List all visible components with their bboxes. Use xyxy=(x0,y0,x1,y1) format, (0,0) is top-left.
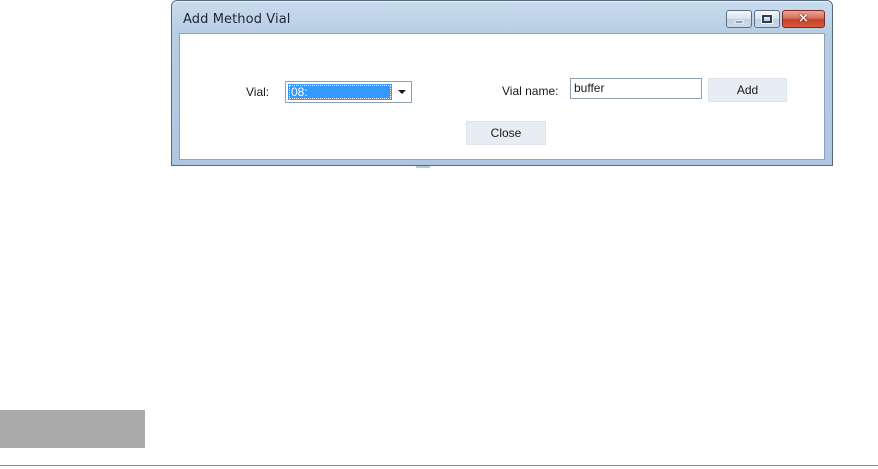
close-window-button[interactable]: ✕ xyxy=(782,10,825,28)
maximize-icon xyxy=(762,15,772,23)
vial-label: Vial: xyxy=(246,85,270,99)
minimize-button[interactable] xyxy=(726,10,752,28)
window-controls: ✕ xyxy=(726,10,825,28)
close-button[interactable]: Close xyxy=(466,121,546,145)
close-icon: ✕ xyxy=(798,11,809,27)
title-bar[interactable]: Add Method Vial ✕ xyxy=(172,1,832,34)
minimize-icon xyxy=(734,20,744,24)
maximize-button[interactable] xyxy=(754,10,780,28)
vial-name-input[interactable]: buffer xyxy=(570,78,702,99)
vial-name-label: Vial name: xyxy=(502,84,559,98)
gray-panel xyxy=(0,410,145,448)
chevron-down-icon xyxy=(397,90,406,94)
add-method-vial-dialog: Add Method Vial ✕ Vial: 08: Vial name: b… xyxy=(171,0,833,166)
vial-dropdown[interactable]: 08: xyxy=(285,81,412,103)
dropdown-arrow-button[interactable] xyxy=(393,83,410,101)
add-button[interactable]: Add xyxy=(708,78,787,102)
vial-selected-value: 08: xyxy=(288,84,392,100)
page: Add Method Vial ✕ Vial: 08: Vial name: b… xyxy=(0,0,878,469)
dialog-client-area: Vial: 08: Vial name: buffer Add Close xyxy=(179,33,825,160)
divider-line xyxy=(0,465,878,466)
window-title: Add Method Vial xyxy=(183,12,291,27)
taskbar-remnant xyxy=(416,166,430,168)
